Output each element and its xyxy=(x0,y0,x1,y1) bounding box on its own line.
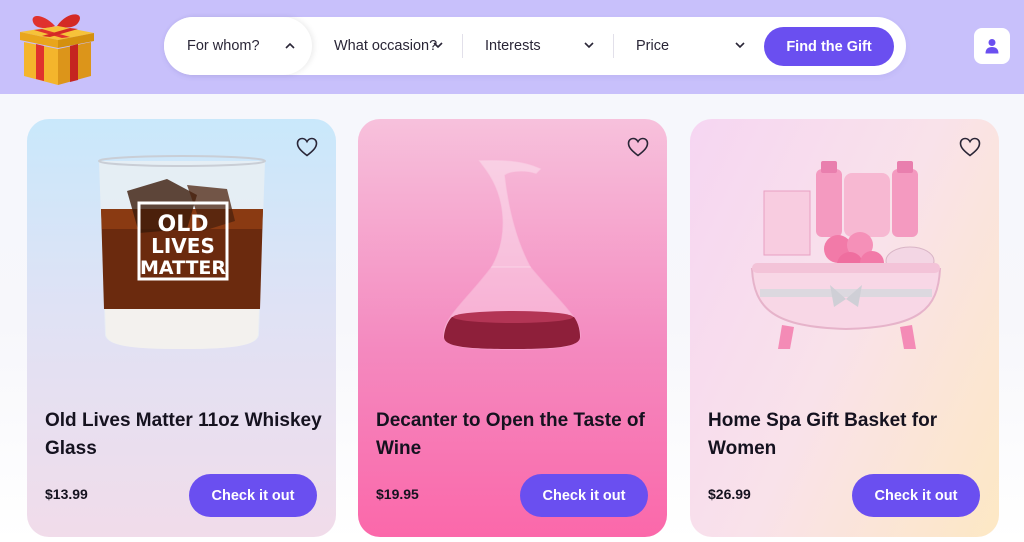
top-header: For whom? What occasion? Interests Price xyxy=(0,0,1024,94)
product-title[interactable]: Decanter to Open the Taste of Wine xyxy=(376,407,656,463)
filter-for-whom[interactable]: For whom? xyxy=(164,17,312,75)
gift-filter-bar: For whom? What occasion? Interests Price xyxy=(164,17,906,75)
chevron-down-icon xyxy=(583,39,595,51)
product-price: $19.95 xyxy=(376,486,419,502)
gift-box-icon[interactable] xyxy=(14,6,98,86)
check-it-out-button[interactable]: Check it out xyxy=(520,474,648,517)
user-icon xyxy=(985,39,999,54)
filter-interests-label: Interests xyxy=(485,38,541,54)
glass-text-line: LIVES xyxy=(151,234,215,258)
filter-price[interactable]: Price xyxy=(614,17,764,75)
find-gift-button[interactable]: Find the Gift xyxy=(764,27,894,66)
product-title[interactable]: Old Lives Matter 11oz Whiskey Glass xyxy=(45,407,325,463)
check-it-out-button[interactable]: Check it out xyxy=(189,474,317,517)
check-it-out-button[interactable]: Check it out xyxy=(852,474,980,517)
filter-for-whom-label: For whom? xyxy=(187,38,260,54)
product-card[interactable]: Home Spa Gift Basket for Women $26.99 Ch… xyxy=(690,119,999,537)
product-card[interactable]: OLD LIVES MATTER Old Lives Matter 11oz W… xyxy=(27,119,336,537)
chevron-down-icon xyxy=(734,39,746,51)
filter-occasion[interactable]: What occasion? xyxy=(312,17,462,75)
whiskey-glass-image: OLD LIVES MATTER xyxy=(98,155,266,349)
filter-interests[interactable]: Interests xyxy=(463,17,613,75)
wine-decanter-image xyxy=(443,160,581,350)
filter-price-label: Price xyxy=(636,38,670,54)
product-price: $26.99 xyxy=(708,486,751,502)
product-card[interactable]: Decanter to Open the Taste of Wine $19.9… xyxy=(358,119,667,537)
spa-basket-image xyxy=(750,161,942,349)
product-title[interactable]: Home Spa Gift Basket for Women xyxy=(708,407,988,463)
user-account-button[interactable] xyxy=(974,28,1010,64)
chevron-up-icon xyxy=(284,39,296,51)
product-price: $13.99 xyxy=(45,486,88,502)
chevron-down-icon xyxy=(432,39,444,51)
filter-occasion-label: What occasion? xyxy=(334,38,438,54)
glass-text-line: MATTER xyxy=(140,257,226,279)
